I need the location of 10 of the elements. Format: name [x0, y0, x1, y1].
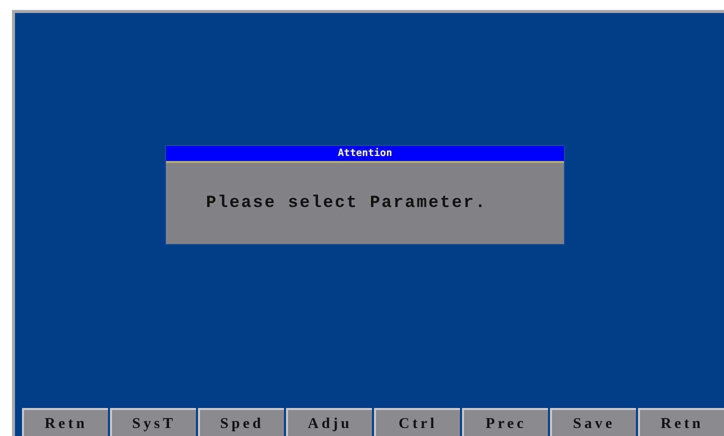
softkey-button[interactable]: Retn [22, 408, 108, 436]
dialog-message: Please select Parameter. [206, 192, 487, 215]
softkey-button[interactable]: SysT [110, 408, 196, 436]
softkey-button[interactable]: Prec [462, 408, 548, 436]
softkey-button[interactable]: Sped [198, 408, 284, 436]
softkey-button[interactable]: Retn [638, 408, 724, 436]
dialog-title: Attention [166, 146, 564, 163]
softkey-button[interactable]: Save [550, 408, 636, 436]
softkey-button[interactable]: Ctrl [374, 408, 460, 436]
softkey-button[interactable]: Adju [286, 408, 372, 436]
